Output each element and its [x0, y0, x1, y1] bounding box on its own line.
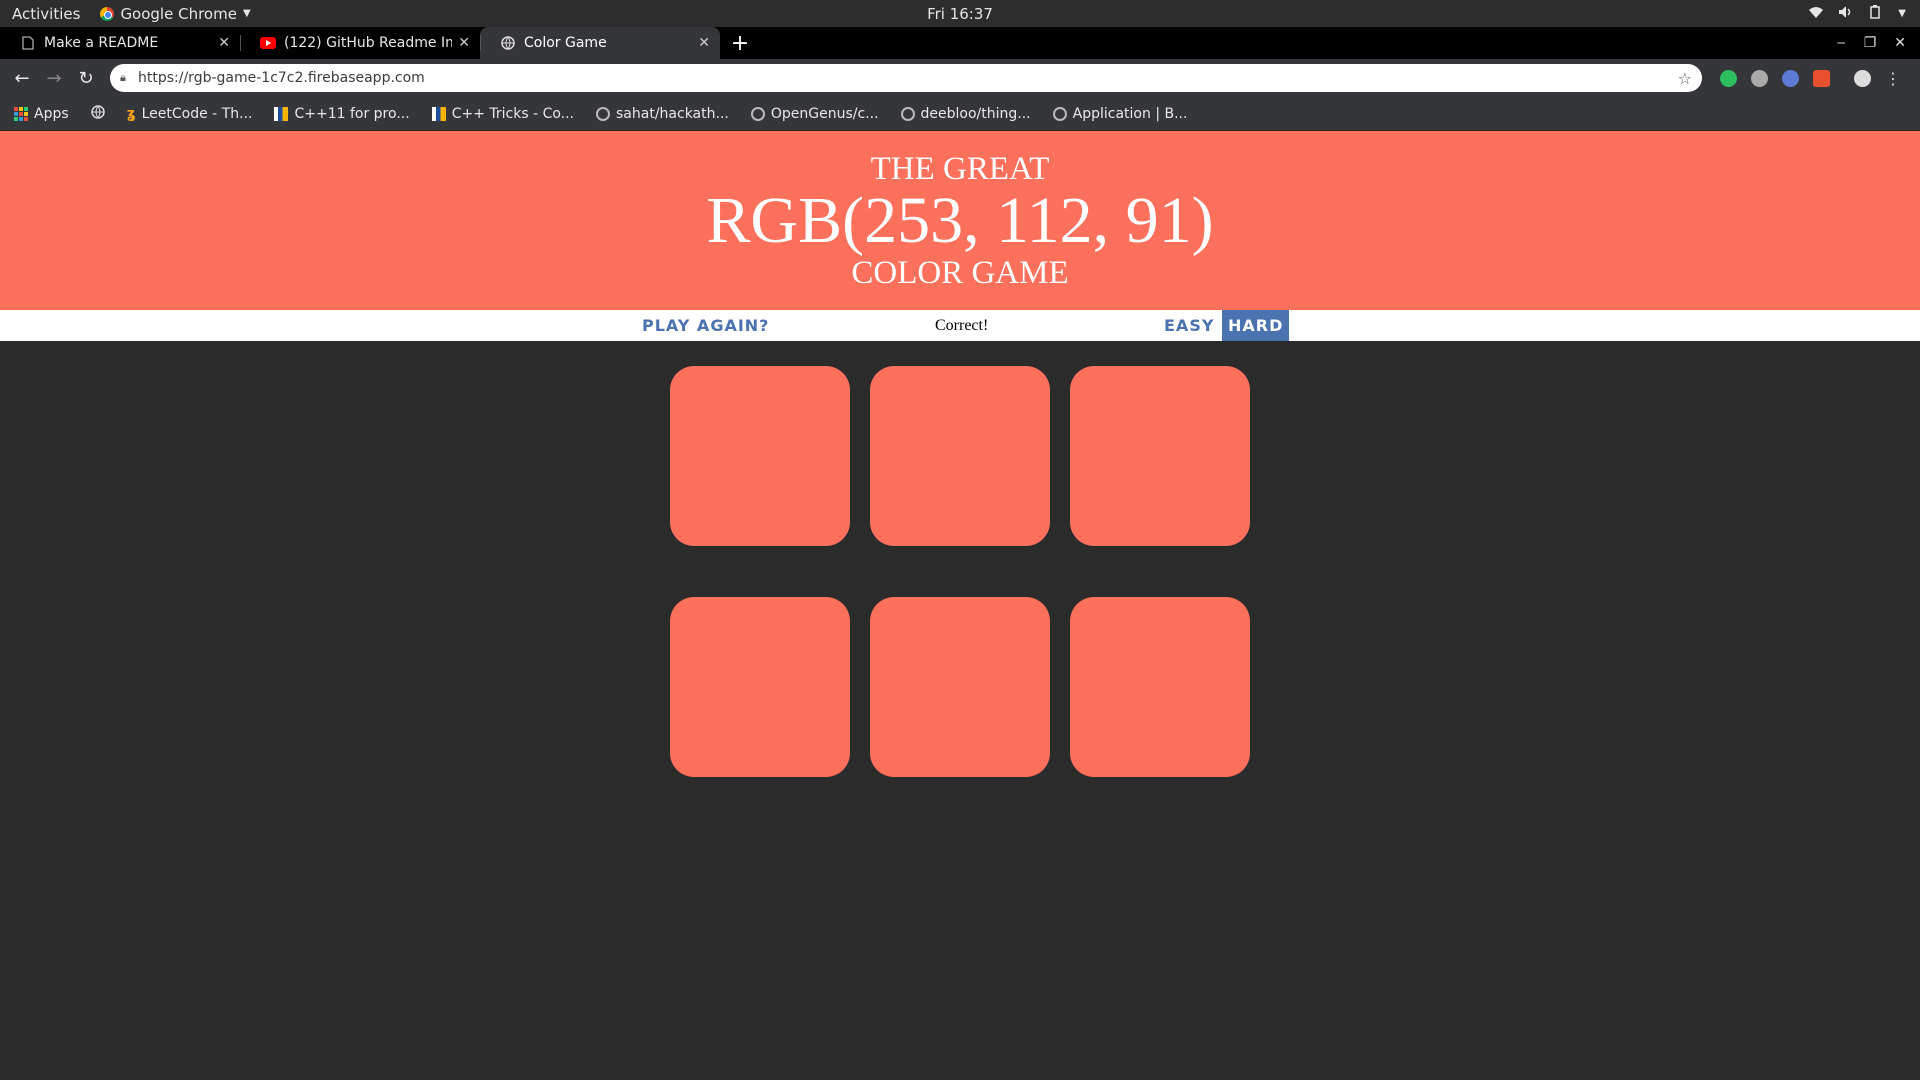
bookmark-cpp-tricks[interactable]: C++ Tricks - Co... [431, 105, 575, 122]
bookmarks-bar: Apps ʓ LeetCode - Th... C++11 for pro...… [0, 97, 1920, 131]
doc-icon [20, 35, 36, 51]
url-text[interactable]: https://rgb-game-1c7c2.firebaseapp.com [138, 70, 1678, 86]
lock-icon: 🔒︎ [120, 71, 126, 84]
square-grid [670, 366, 1250, 777]
color-square[interactable] [1070, 366, 1250, 546]
bookmark-label: OpenGenus/c... [770, 105, 879, 122]
bookmark-label: sahat/hackath... [616, 105, 729, 122]
star-icon[interactable]: ☆ [1678, 69, 1692, 88]
tab-strip: Make a README ✕ (122) GitHub Readme Ima … [0, 27, 1920, 59]
browser-toolbar: ← → ↻ 🔒︎ https://rgb-game-1c7c2.firebase… [0, 59, 1920, 97]
tab-github-readme[interactable]: (122) GitHub Readme Ima ✕ [240, 27, 480, 59]
bookmark-leetcode[interactable]: ʓ LeetCode - Th... [127, 106, 253, 122]
play-again-button[interactable]: Play Again? [636, 310, 775, 341]
extension-icon[interactable] [1813, 69, 1830, 87]
tab-make-a-readme[interactable]: Make a README ✕ [0, 27, 240, 59]
close-icon[interactable]: ✕ [458, 35, 470, 51]
forward-icon[interactable]: → [38, 68, 70, 89]
leetcode-icon: ʓ [126, 105, 136, 122]
minimize-icon[interactable]: ‒ [1837, 35, 1846, 51]
bookmark-apps[interactable]: Apps [14, 106, 69, 122]
close-window-icon[interactable]: ✕ [1894, 35, 1906, 51]
message: Correct! [935, 317, 989, 334]
color-display: RGB(253, 112, 91) [706, 184, 1214, 257]
control-stripe: Play Again? Correct! Easy Hard [0, 310, 1920, 341]
globe-icon [500, 35, 516, 51]
bookmark-opengenus[interactable]: OpenGenus/c... [750, 105, 879, 122]
bookmark-label: Apps [34, 105, 69, 122]
color-square[interactable] [670, 366, 850, 546]
profile-icon[interactable] [1854, 69, 1871, 87]
bookmark-globe[interactable] [90, 104, 105, 123]
menu-dots-icon[interactable]: ⋮ [1885, 69, 1901, 88]
color-square[interactable] [1070, 597, 1250, 777]
bookmark-label: Application | B... [1072, 105, 1188, 122]
window-controls: ‒ ❐ ✕ [1837, 27, 1920, 59]
bookmark-label: C++ Tricks - Co... [451, 105, 575, 122]
tab-color-game[interactable]: Color Game ✕ [480, 27, 720, 59]
back-icon[interactable]: ← [6, 68, 38, 89]
globe-icon [90, 104, 105, 123]
tab-title: Make a README [44, 35, 159, 51]
bookmark-deebloo[interactable]: deebloo/thing... [900, 105, 1031, 122]
github-icon [1052, 106, 1067, 121]
hard-button[interactable]: Hard [1222, 310, 1290, 341]
restore-icon[interactable]: ❐ [1864, 35, 1877, 51]
bookmark-cpp11[interactable]: C++11 for pro... [274, 105, 410, 122]
evernote-icon[interactable] [1720, 69, 1737, 87]
title-bottom: Color Game [851, 255, 1069, 291]
bookmark-icon [431, 106, 446, 121]
wifi-icon [1808, 5, 1824, 23]
app-menu-label: Google Chrome [120, 4, 237, 23]
extension-icon[interactable] [1751, 69, 1768, 87]
os-top-bar: Activities Google Chrome ▼ Fri 16:37 ▼ [0, 0, 1920, 27]
activities-button[interactable]: Activities [0, 5, 94, 23]
system-tray[interactable]: ▼ [1808, 0, 1906, 27]
page-content: The Great RGB(253, 112, 91) Color Game P… [0, 131, 1920, 1080]
bookmark-label: LeetCode - Th... [141, 105, 253, 122]
bookmark-icon [274, 106, 289, 121]
new-tab-button[interactable]: + [720, 27, 760, 59]
extension-icon[interactable] [1782, 69, 1799, 87]
bookmark-label: deebloo/thing... [920, 105, 1031, 122]
tab-title: Color Game [524, 35, 607, 51]
github-icon [900, 106, 915, 121]
easy-button[interactable]: Easy [1158, 310, 1220, 341]
extensions: ⋮ [1720, 69, 1901, 88]
app-menu[interactable]: Google Chrome ▼ [94, 4, 251, 23]
game-header: The Great RGB(253, 112, 91) Color Game [0, 131, 1920, 310]
bookmark-application[interactable]: Application | B... [1052, 105, 1188, 122]
power-icon [1868, 4, 1884, 23]
apps-icon [14, 106, 28, 121]
volume-icon [1838, 5, 1854, 23]
github-icon [596, 106, 611, 121]
address-bar[interactable]: 🔒︎ https://rgb-game-1c7c2.firebaseapp.co… [110, 64, 1702, 92]
clock[interactable]: Fri 16:37 [0, 5, 1920, 23]
color-square[interactable] [870, 597, 1050, 777]
title-top: The Great [870, 151, 1050, 187]
chevron-down-icon: ▼ [242, 8, 251, 19]
youtube-icon [260, 35, 276, 51]
chrome-icon [100, 6, 115, 21]
reload-icon[interactable]: ↻ [70, 68, 102, 89]
github-icon [750, 106, 765, 121]
tab-title: (122) GitHub Readme Ima [284, 35, 453, 51]
color-square[interactable] [870, 366, 1050, 546]
close-icon[interactable]: ✕ [218, 35, 230, 51]
chevron-down-icon: ▼ [1898, 8, 1906, 19]
close-icon[interactable]: ✕ [698, 35, 710, 51]
bookmark-label: C++11 for pro... [294, 105, 410, 122]
color-square[interactable] [670, 597, 850, 777]
bookmark-sahat[interactable]: sahat/hackath... [596, 106, 729, 122]
